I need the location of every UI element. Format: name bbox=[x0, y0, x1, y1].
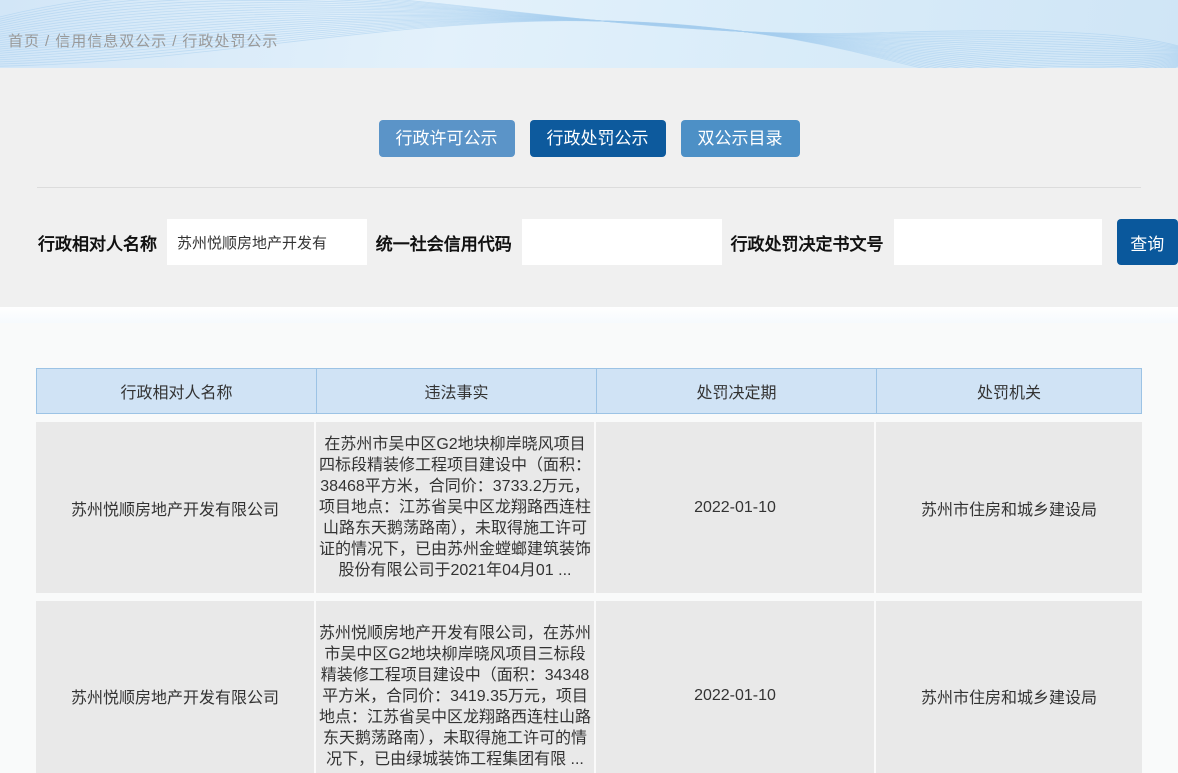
top-banner: 首页 / 信用信息双公示 / 行政处罚公示 bbox=[0, 0, 1178, 68]
breadcrumb-separator: / bbox=[45, 33, 50, 50]
section-transition-strip bbox=[0, 307, 1178, 323]
header-counterpart-name: 行政相对人名称 bbox=[37, 369, 317, 413]
search-form: 行政相对人名称 统一社会信用代码 行政处罚决定书文号 查询 bbox=[38, 219, 1178, 265]
table-row: 苏州悦顺房地产开发有限公司 苏州悦顺房地产开发有限公司，在苏州市吴中区G2地块柳… bbox=[36, 601, 1142, 773]
cell-illegal-fact: 在苏州市吴中区G2地块柳岸晓风项目四标段精装修工程项目建设中（面积：38468平… bbox=[316, 422, 596, 593]
breadcrumb-credit-disclosure[interactable]: 信用信息双公示 bbox=[55, 33, 167, 50]
breadcrumb-current-page: 行政处罚公示 bbox=[182, 33, 278, 50]
counterpart-name-input[interactable] bbox=[167, 219, 367, 265]
breadcrumb: 首页 / 信用信息双公示 / 行政处罚公示 bbox=[8, 30, 278, 51]
counterpart-name-label: 行政相对人名称 bbox=[38, 230, 157, 255]
cell-penalty-date: 2022-01-10 bbox=[596, 422, 876, 593]
cell-penalty-date: 2022-01-10 bbox=[596, 601, 876, 773]
tab-dual-disclosure-catalog[interactable]: 双公示目录 bbox=[681, 120, 800, 157]
breadcrumb-separator: / bbox=[172, 33, 177, 50]
header-penalty-agency: 处罚机关 bbox=[877, 369, 1141, 413]
header-penalty-date: 处罚决定期 bbox=[597, 369, 877, 413]
credit-code-input[interactable] bbox=[522, 219, 722, 265]
tab-bar: 行政许可公示 行政处罚公示 双公示目录 bbox=[0, 120, 1178, 157]
header-illegal-fact: 违法事实 bbox=[317, 369, 597, 413]
filter-section: 行政许可公示 行政处罚公示 双公示目录 行政相对人名称 统一社会信用代码 行政处… bbox=[0, 68, 1178, 307]
penalty-table: 行政相对人名称 违法事实 处罚决定期 处罚机关 苏州悦顺房地产开发有限公司 在苏… bbox=[36, 368, 1142, 773]
breadcrumb-home[interactable]: 首页 bbox=[8, 33, 40, 50]
cell-counterpart-name: 苏州悦顺房地产开发有限公司 bbox=[36, 601, 316, 773]
cell-counterpart-name: 苏州悦顺房地产开发有限公司 bbox=[36, 422, 316, 593]
credit-code-label: 统一社会信用代码 bbox=[376, 230, 512, 255]
cell-penalty-agency: 苏州市住房和城乡建设局 bbox=[876, 601, 1142, 773]
table-header-row: 行政相对人名称 违法事实 处罚决定期 处罚机关 bbox=[36, 368, 1142, 414]
tab-administrative-license[interactable]: 行政许可公示 bbox=[379, 120, 515, 157]
query-button[interactable]: 查询 bbox=[1117, 219, 1178, 265]
table-row: 苏州悦顺房地产开发有限公司 在苏州市吴中区G2地块柳岸晓风项目四标段精装修工程项… bbox=[36, 422, 1142, 593]
cell-penalty-agency: 苏州市住房和城乡建设局 bbox=[876, 422, 1142, 593]
tab-administrative-penalty[interactable]: 行政处罚公示 bbox=[530, 120, 666, 157]
cell-illegal-fact: 苏州悦顺房地产开发有限公司，在苏州市吴中区G2地块柳岸晓风项目三标段精装修工程项… bbox=[316, 601, 596, 773]
penalty-doc-number-input[interactable] bbox=[894, 219, 1102, 265]
section-divider bbox=[37, 187, 1141, 188]
penalty-doc-number-label: 行政处罚决定书文号 bbox=[731, 230, 884, 255]
